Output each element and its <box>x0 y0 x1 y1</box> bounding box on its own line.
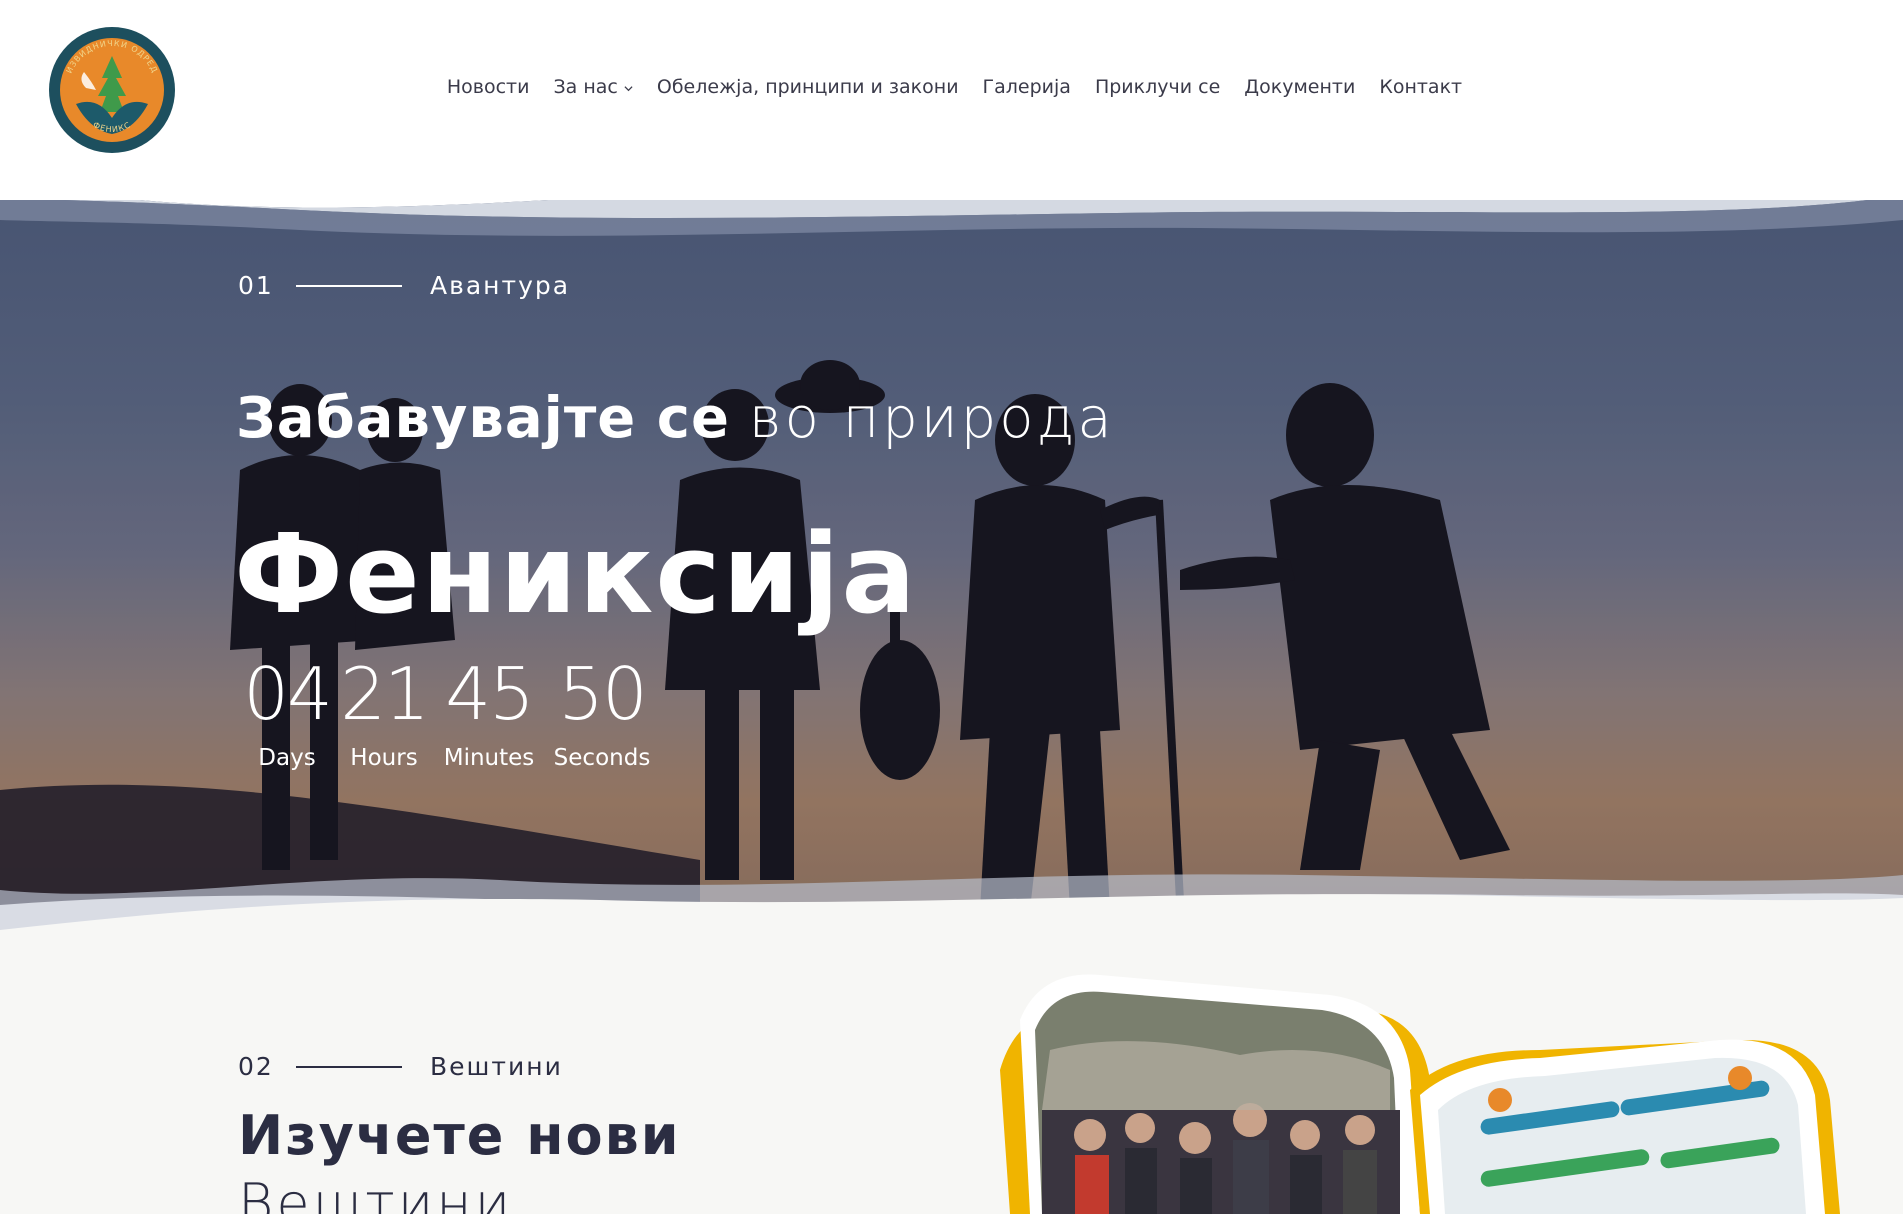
step-divider <box>296 1065 402 1068</box>
countdown-timer: 04 Days 21 Hours 45 Minutes 50 Seconds <box>238 655 658 771</box>
countdown-label: Seconds <box>553 745 651 771</box>
headline-light: во природа <box>748 386 1115 451</box>
nav-item-join[interactable]: Приклучи се <box>1083 76 1232 98</box>
hero-headline: Забавувајте се во природа <box>236 386 1115 451</box>
hero-title: Фениксија <box>234 510 918 638</box>
page: 01 Авантура ИЗВИДНИЧКИ ОДРЕД ФЕНИКС Ново… <box>0 0 1903 1214</box>
skills-step-indicator: 02 Вештини <box>238 1052 563 1081</box>
hero-bottom-wave <box>0 874 1903 960</box>
step-label: Вештини <box>430 1052 563 1081</box>
countdown-value: 04 <box>243 652 333 736</box>
countdown-seconds: 50 Seconds <box>546 655 658 771</box>
nav-item-symbols[interactable]: Обележја, принципи и закони <box>645 76 971 98</box>
nav-item-news[interactable]: Новости <box>435 76 542 98</box>
nav-item-label: Контакт <box>1379 76 1463 98</box>
skills-photo-collage <box>1000 974 1840 1214</box>
nav-item-contact[interactable]: Контакт <box>1367 76 1474 98</box>
nav-item-label: Обележја, принципи и закони <box>656 76 959 98</box>
chevron-down-icon <box>624 85 633 91</box>
hero-step-indicator: 01 Авантура <box>238 271 570 300</box>
countdown-minutes: 45 Minutes <box>432 655 546 771</box>
headline-bold: Забавувајте се <box>236 386 730 451</box>
nav-item-label: Документи <box>1244 76 1356 98</box>
countdown-label: Days <box>258 745 316 771</box>
nav-item-about[interactable]: За нас <box>541 76 644 98</box>
countdown-hours: 21 Hours <box>336 655 432 771</box>
step-number: 02 <box>238 1052 274 1081</box>
step-number: 01 <box>238 271 274 300</box>
countdown-value: 50 <box>558 652 648 736</box>
nav-item-label: За нас <box>553 76 618 98</box>
nav-item-documents[interactable]: Документи <box>1232 76 1367 98</box>
step-label: Авантура <box>430 271 571 300</box>
nav-item-label: Приклучи се <box>1094 76 1221 98</box>
skills-title: Изучете нови <box>238 1104 681 1167</box>
nav-item-label: Новости <box>446 76 530 98</box>
countdown-days: 04 Days <box>238 655 336 771</box>
skills-subtitle: Вештини <box>238 1172 514 1214</box>
step-divider <box>296 284 402 287</box>
nav-item-label: Галерија <box>982 76 1071 98</box>
countdown-label: Minutes <box>443 745 535 771</box>
countdown-value: 45 <box>445 652 535 736</box>
countdown-value: 21 <box>340 652 430 736</box>
countdown-label: Hours <box>350 745 418 771</box>
site-header: ИЗВИДНИЧКИ ОДРЕД ФЕНИКС Новости За нас О… <box>0 0 1903 200</box>
main-navigation: Новости За нас Обележја, принципи и зако… <box>0 76 1903 98</box>
nav-item-gallery[interactable]: Галерија <box>971 76 1083 98</box>
